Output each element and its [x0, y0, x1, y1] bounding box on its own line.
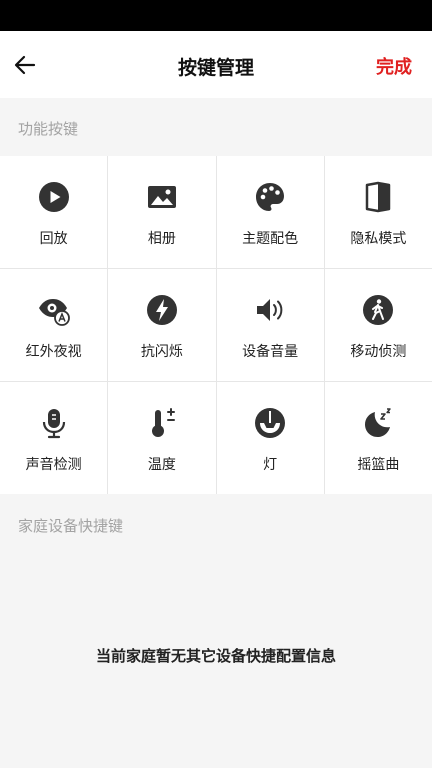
function-label: 回放 [39, 231, 68, 247]
palette-icon [253, 180, 287, 214]
page-title: 按键管理 [177, 57, 254, 79]
microphone-icon [37, 406, 71, 440]
play-circle-icon [37, 180, 71, 214]
lightning-bolt-icon [145, 293, 179, 327]
function-sound-detection[interactable]: 声音检测 [0, 382, 108, 494]
function-device-volume[interactable]: 设备音量 [216, 269, 324, 381]
function-infrared-night-vision[interactable]: 红外夜视 [0, 269, 108, 381]
motion-walk-icon [361, 293, 395, 327]
function-label: 相册 [147, 231, 176, 247]
photo-album-icon [145, 180, 179, 214]
thermometer-icon [145, 406, 179, 440]
status-bar [0, 0, 432, 31]
function-lamp[interactable]: 灯 [216, 382, 324, 494]
function-playback[interactable]: 回放 [0, 156, 108, 268]
empty-state-message: 当前家庭暂无其它设备快捷配置信息 [95, 647, 336, 665]
function-label: 移动侦测 [350, 344, 407, 360]
infrared-night-vision-icon [37, 293, 71, 327]
function-grid: 回放 相册 主题配色 隐私模式 红外夜视 抗闪烁 设备音量 移动侦测 声音检测 … [0, 156, 432, 494]
function-label: 声音检测 [25, 457, 82, 473]
function-label: 红外夜视 [25, 344, 82, 360]
function-label: 设备音量 [242, 344, 299, 360]
function-label: 抗闪烁 [140, 344, 183, 360]
function-anti-flicker[interactable]: 抗闪烁 [108, 269, 216, 381]
function-album[interactable]: 相册 [108, 156, 216, 268]
privacy-shield-icon [361, 180, 395, 214]
function-lullaby[interactable]: 摇篮曲 [324, 382, 432, 494]
lamp-icon [253, 406, 287, 440]
function-label: 主题配色 [242, 231, 299, 247]
speaker-volume-icon [253, 293, 287, 327]
function-privacy-mode[interactable]: 隐私模式 [324, 156, 432, 268]
function-temperature[interactable]: 温度 [108, 382, 216, 494]
section-title-functions: 功能按键 [18, 120, 79, 138]
done-button[interactable]: 完成 [376, 53, 412, 79]
function-label: 隐私模式 [350, 231, 407, 247]
section-title-home-shortcuts: 家庭设备快捷键 [18, 517, 124, 535]
app-header: 按键管理 完成 [0, 31, 432, 98]
function-motion-detection[interactable]: 移动侦测 [324, 269, 432, 381]
function-label: 摇篮曲 [357, 457, 400, 473]
function-theme-color[interactable]: 主题配色 [216, 156, 324, 268]
function-label: 灯 [263, 457, 278, 473]
function-label: 温度 [147, 457, 176, 473]
lullaby-moon-icon [361, 406, 395, 440]
